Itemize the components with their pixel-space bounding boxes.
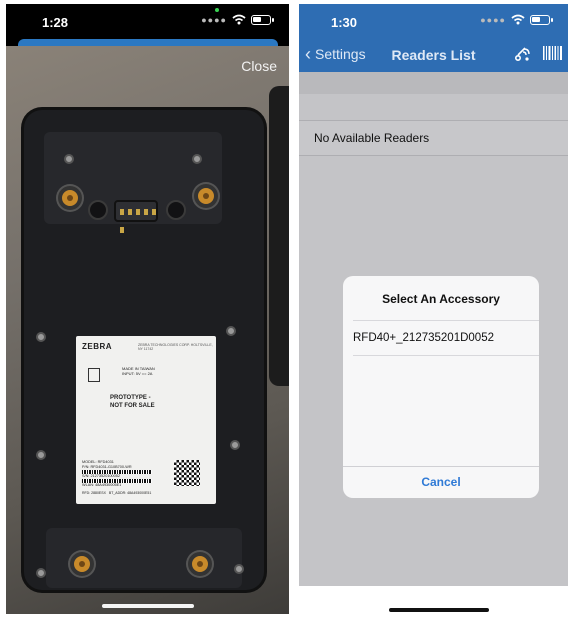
list-item[interactable]: No Available Readers <box>299 120 568 156</box>
list-header-band <box>299 72 568 94</box>
status-time: 1:30 <box>331 15 358 30</box>
navigation-bar: 1:30 ●●●● ‹ Settings Readers List <box>299 4 568 72</box>
device-hole <box>166 200 186 220</box>
screw <box>36 450 46 460</box>
battery-icon <box>251 14 274 25</box>
home-indicator[interactable] <box>389 608 489 612</box>
status-bar: 1:30 ●●●● <box>299 4 568 40</box>
camera-viewfinder: Close ZEBRA ZEBRA TECHNOLOGIES CORP. HOL… <box>6 46 289 614</box>
no-readers-text: No Available Readers <box>314 131 430 145</box>
accessory-option[interactable]: RFD40+_212735201D0052 <box>353 320 539 356</box>
screw <box>192 154 202 164</box>
camera-screen: 1:28 ●●●● Close ZEBRA ZEBRA TECHNOLOGIES… <box>6 4 289 614</box>
mount-insert <box>194 184 218 208</box>
battery-icon <box>530 14 553 25</box>
cancel-button[interactable]: Cancel <box>343 466 539 498</box>
select-accessory-dialog: Select An Accessory RFD40+_212735201D005… <box>343 276 539 498</box>
rfid-device-photo: ZEBRA ZEBRA TECHNOLOGIES CORP. HOLTSVILL… <box>24 110 264 590</box>
device-hole <box>88 200 108 220</box>
background-object <box>269 86 289 386</box>
screw <box>230 440 240 450</box>
recycle-bin-icon <box>88 368 100 382</box>
device-connector <box>114 200 158 233</box>
barcode-scan-icon[interactable] <box>542 44 564 64</box>
dialog-title: Select An Accessory <box>382 292 500 306</box>
device-label: ZEBRA ZEBRA TECHNOLOGIES CORP. HOLTSVILL… <box>76 336 216 504</box>
wifi-icon <box>511 14 525 25</box>
status-bar: 1:28 ●●●● <box>6 4 289 40</box>
screw <box>36 568 46 578</box>
close-button[interactable]: Close <box>241 58 277 74</box>
signal-icon: ●●●● <box>201 14 227 25</box>
wifi-icon <box>232 14 246 25</box>
readers-list: No Available Readers Select An Accessory… <box>299 72 568 602</box>
barcode <box>82 470 152 474</box>
mount-insert <box>188 552 212 576</box>
screw <box>36 332 46 342</box>
readers-list-screen: 1:30 ●●●● ‹ Settings Readers List No Ava… <box>299 4 568 614</box>
screw <box>64 154 74 164</box>
screw <box>234 564 244 574</box>
screw <box>226 326 236 336</box>
mount-insert <box>58 186 82 210</box>
mount-insert <box>70 552 94 576</box>
home-indicator[interactable] <box>102 604 194 608</box>
rfid-connect-icon[interactable] <box>512 44 532 64</box>
barcode <box>82 479 152 483</box>
camera-indicator <box>215 8 219 12</box>
status-time: 1:28 <box>42 15 69 30</box>
signal-icon: ●●●● <box>480 14 506 25</box>
qr-code <box>174 460 200 486</box>
